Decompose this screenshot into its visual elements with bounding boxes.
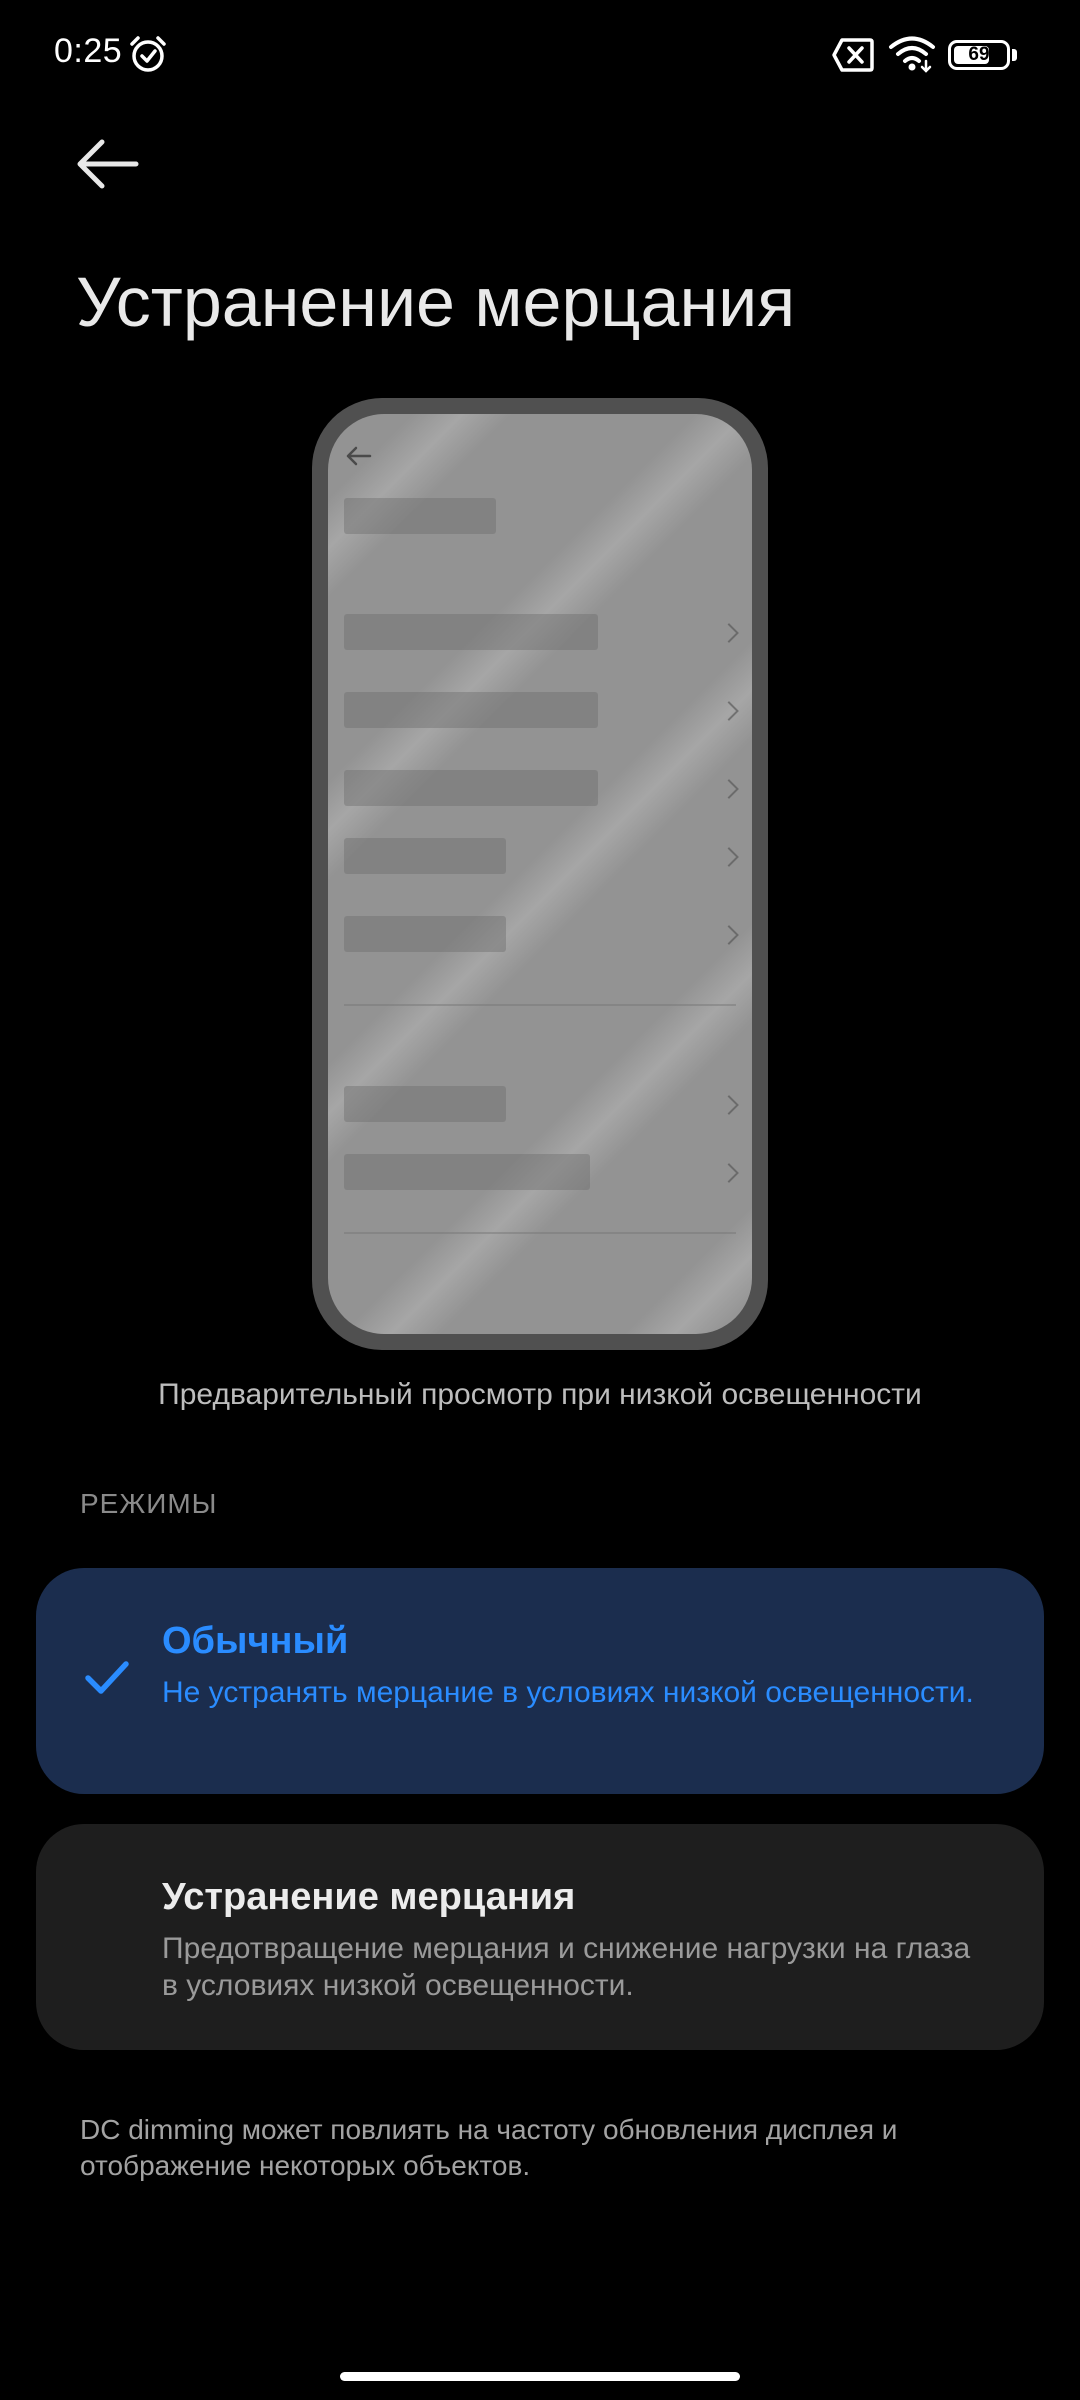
preview-divider <box>344 1004 736 1006</box>
preview-screen <box>328 414 752 1334</box>
alarm-icon <box>130 36 166 72</box>
preview-caption: Предварительный просмотр при низкой осве… <box>158 1378 922 1411</box>
mode-option-normal[interactable]: Обычный Не устранять мерцание в условиях… <box>36 1568 1044 1794</box>
mode-title: Обычный <box>162 1620 349 1662</box>
preview-chevron-icon <box>719 701 739 721</box>
checkmark-icon <box>85 1661 129 1694</box>
preview-chevron-icon <box>719 623 739 643</box>
battery-tip <box>1012 49 1017 61</box>
page-title: Устранение мерцания <box>76 263 796 341</box>
mode-description: Не устранять мерцание в условиях низкой … <box>162 1676 974 1709</box>
status-bar: 0:25 69 <box>0 0 1080 108</box>
preview-placeholder <box>344 1086 506 1122</box>
preview-chevron-icon <box>719 925 739 945</box>
battery-level: 69 <box>968 44 990 65</box>
home-indicator[interactable] <box>340 2372 740 2381</box>
preview-chevron-icon <box>719 847 739 867</box>
footer-note: DC dimming может повлиять на частоту обн… <box>80 2114 898 2181</box>
preview-chevron-icon <box>719 1163 739 1183</box>
preview-placeholder <box>344 1154 590 1190</box>
preview-placeholder <box>344 838 506 874</box>
status-time: 0:25 <box>54 32 123 70</box>
preview-placeholder <box>344 770 598 806</box>
preview-chevron-icon <box>719 1095 739 1115</box>
preview-divider <box>344 1232 736 1234</box>
sim-off-icon <box>832 38 874 72</box>
preview-placeholder <box>344 916 506 952</box>
mode-title: Устранение мерцания <box>162 1876 576 1918</box>
preview-chevron-icon <box>719 779 739 799</box>
battery-icon: 69 <box>948 40 1010 70</box>
section-header-modes: РЕЖИМЫ <box>80 1488 218 1519</box>
mode-description: Предотвращение мерцания и снижение нагру… <box>162 1932 971 2002</box>
preview-image <box>312 398 768 1350</box>
wifi-icon <box>889 36 935 73</box>
preview-placeholder <box>344 614 598 650</box>
preview-placeholder <box>344 692 598 728</box>
arrow-left-icon <box>77 139 139 189</box>
preview-placeholder <box>344 498 496 534</box>
mode-option-flicker-reduction[interactable]: Устранение мерцания Предотвращение мерца… <box>36 1824 1044 2050</box>
preview-back-icon <box>346 446 372 466</box>
back-button[interactable] <box>64 124 154 204</box>
